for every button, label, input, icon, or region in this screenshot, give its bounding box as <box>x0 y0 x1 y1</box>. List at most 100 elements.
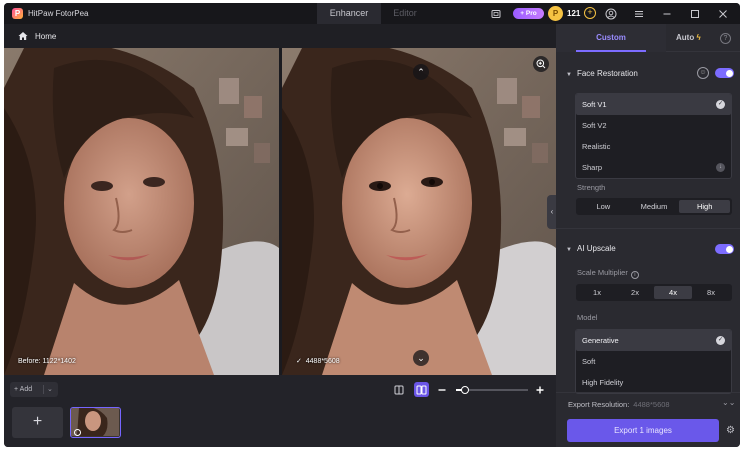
zoom-in-plus-icon[interactable] <box>532 382 547 397</box>
ai-upscale-header[interactable]: ▼ AI Upscale <box>566 244 616 253</box>
scale-multiplier-label: Scale Multiplier i <box>577 268 639 279</box>
credits-count: 121 <box>567 9 581 18</box>
before-resolution-label: Before: 1122*1402 <box>18 358 76 365</box>
export-resolution-label: Export Resolution: <box>568 400 630 409</box>
face-icon[interactable]: ☺ <box>697 67 709 79</box>
settings-panel: Custom Auto ϟ ? ▼ Face Restoration ☺ Soft… <box>556 24 740 447</box>
face-model-list: Soft V1 ✓ Soft V2 Realistic Sharp ↓ <box>575 93 732 179</box>
pro-badge[interactable]: + Pro <box>513 8 544 19</box>
double-chevron-down-icon[interactable]: ⌄⌄ <box>722 398 735 407</box>
chevron-down-icon[interactable]: ⌄ <box>47 382 53 397</box>
strength-option[interactable]: Medium <box>629 200 680 213</box>
upscale-model-label: Generative <box>582 336 619 345</box>
upscale-model-option[interactable]: High Fidelity <box>576 372 731 393</box>
bottom-toolbar: + Add ⌄ + <box>4 375 556 447</box>
home-link[interactable]: Home <box>35 32 56 41</box>
maximize-icon[interactable] <box>688 7 701 20</box>
view-tools <box>391 382 449 397</box>
face-model-option[interactable]: Soft V2 <box>576 115 731 136</box>
strength-label: Strength <box>577 183 606 192</box>
after-image-pane[interactable]: ⌃ ⌄ ✓ 4488*5608 <box>282 48 556 375</box>
check-icon: ✓ <box>716 100 725 109</box>
add-button-divider <box>43 385 44 394</box>
tab-custom[interactable]: Custom <box>556 24 666 52</box>
title-bar: P HitPaw FotorPea Enhancer Editor + Pro … <box>4 3 740 24</box>
mode-tabs: Enhancer Editor <box>317 3 429 24</box>
upscale-model-list: Generative ✓ Soft High Fidelity <box>575 329 732 394</box>
face-restoration-title: Face Restoration <box>576 69 638 78</box>
before-image-pane[interactable]: Before: 1122*1402 <box>4 48 279 375</box>
tab-auto[interactable]: Auto ϟ <box>676 24 701 52</box>
scale-selector: 1x 2x 4x 8x <box>576 284 732 301</box>
face-model-label: Sharp <box>582 163 603 172</box>
section-divider <box>556 392 740 393</box>
chevron-down-icon[interactable]: ⌄ <box>413 350 429 366</box>
zoom-in-icon[interactable] <box>533 56 549 72</box>
strength-option[interactable]: High <box>679 200 731 213</box>
upscale-model-label: High Fidelity <box>582 378 624 387</box>
face-model-option[interactable]: Realistic <box>576 136 731 157</box>
upscale-model-option[interactable]: Soft <box>576 351 731 372</box>
export-button[interactable]: Export 1 images <box>567 419 719 442</box>
add-button-label: + Add <box>14 386 33 393</box>
chevron-up-icon[interactable]: ⌃ <box>413 64 429 80</box>
after-resolution-value: 4488*5608 <box>305 358 340 365</box>
close-icon[interactable] <box>716 7 729 20</box>
before-photo <box>4 48 279 375</box>
face-model-label: Realistic <box>582 142 611 151</box>
download-icon[interactable]: ↓ <box>716 163 725 172</box>
buy-credits-button[interactable]: + <box>584 7 596 19</box>
collapse-triangle-icon: ▼ <box>566 72 572 78</box>
strength-selector: Low Medium High <box>576 198 732 215</box>
tutorial-icon[interactable] <box>489 7 502 20</box>
tab-enhancer[interactable]: Enhancer <box>317 3 381 24</box>
face-restoration-toggle[interactable] <box>715 68 734 78</box>
ai-upscale-toggle[interactable] <box>715 244 734 254</box>
after-photo <box>282 48 556 375</box>
home-bar: Home <box>4 24 556 48</box>
scale-option[interactable]: 1x <box>578 286 616 299</box>
app-window: P HitPaw FotorPea Enhancer Editor + Pro … <box>4 3 740 447</box>
scale-option[interactable]: 2x <box>616 286 654 299</box>
scale-multiplier-text: Scale Multiplier <box>577 268 628 277</box>
menu-icon[interactable] <box>632 7 645 20</box>
strength-option[interactable]: Low <box>578 200 629 213</box>
check-icon: ✓ <box>296 358 302 365</box>
face-model-option[interactable]: Sharp ↓ <box>576 157 731 178</box>
export-resolution: Export Resolution: 4488*5608 <box>568 400 670 409</box>
zoom-slider-handle[interactable] <box>461 386 470 394</box>
section-divider <box>556 228 740 229</box>
image-thumbnail[interactable] <box>70 407 121 438</box>
face-model-label: Soft V1 <box>582 100 607 109</box>
gear-icon[interactable]: ⚙ <box>726 425 735 436</box>
side-by-side-view-icon[interactable] <box>414 382 429 397</box>
help-icon[interactable]: ? <box>720 33 731 44</box>
export-resolution-value: 4488*5608 <box>633 400 670 409</box>
zoom-slider[interactable] <box>456 386 528 394</box>
account-icon[interactable] <box>604 7 617 20</box>
face-model-label: Soft V2 <box>582 121 607 130</box>
collapse-triangle-icon: ▼ <box>566 247 572 253</box>
credits-coin-icon: P <box>548 6 563 21</box>
clock-icon <box>74 429 81 436</box>
scale-option[interactable]: 8x <box>692 286 730 299</box>
split-view-icon[interactable] <box>391 382 406 397</box>
upscale-model-option[interactable]: Generative ✓ <box>576 330 731 351</box>
tab-editor[interactable]: Editor <box>381 3 429 24</box>
lightning-icon: ϟ <box>696 33 701 42</box>
model-label: Model <box>577 313 598 322</box>
ai-upscale-title: AI Upscale <box>576 244 616 253</box>
tab-auto-label: Auto <box>676 33 695 42</box>
info-icon[interactable]: i <box>630 271 639 279</box>
app-title: HitPaw FotorPea <box>28 9 89 18</box>
app-logo-icon: P <box>12 8 23 19</box>
minimize-icon[interactable] <box>660 7 673 20</box>
scale-option[interactable]: 4x <box>654 286 692 299</box>
after-resolution-label: ✓ 4488*5608 <box>296 357 340 365</box>
face-model-option[interactable]: Soft V1 ✓ <box>576 94 731 115</box>
add-button[interactable]: + Add ⌄ <box>10 382 58 397</box>
zoom-out-icon[interactable] <box>434 382 449 397</box>
face-restoration-header[interactable]: ▼ Face Restoration <box>566 69 638 78</box>
home-icon[interactable] <box>18 31 28 41</box>
add-image-tile[interactable]: + <box>12 407 63 438</box>
